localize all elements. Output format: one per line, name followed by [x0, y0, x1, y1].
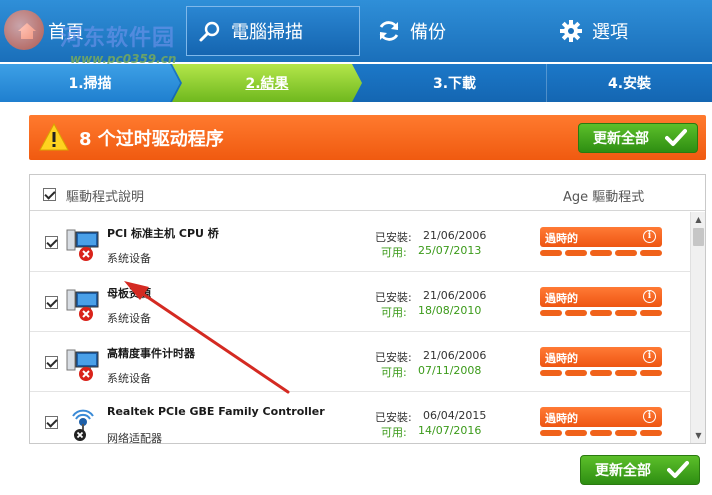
available-date: 07/11/2008: [418, 364, 482, 377]
computer-device-icon: [66, 229, 99, 261]
installed-date: 21/06/2006: [423, 289, 487, 302]
warning-icon: [39, 123, 69, 151]
network-adapter-icon: [72, 409, 94, 441]
age-meter: [540, 430, 662, 436]
scroll-down-icon[interactable]: ▼: [691, 428, 706, 443]
driver-name: 高精度事件计时器: [107, 347, 195, 360]
update-all-label: 更新全部: [593, 131, 649, 147]
status-text: 過時的: [545, 352, 578, 365]
home-icon: [14, 18, 40, 44]
step-install[interactable]: 4.安裝: [547, 64, 712, 102]
computer-device-icon: [66, 289, 99, 321]
magnifier-icon: [197, 18, 223, 44]
age-meter: [540, 310, 662, 316]
available-date: 18/08/2010: [418, 304, 482, 317]
status-text: 過時的: [545, 232, 578, 245]
step-scan-label: 1.掃描: [68, 76, 112, 92]
list-scrollbar[interactable]: ▲ ▼: [690, 212, 705, 443]
step-download-label: 3.下載: [432, 76, 477, 92]
status-text: 過時的: [545, 292, 578, 305]
available-label: 可用:: [381, 366, 407, 379]
driver-checkbox[interactable]: [45, 416, 58, 429]
step-bar: 1.掃描 3.下載 4.安裝 2.結果: [0, 64, 712, 102]
installed-label: 已安裝:: [375, 411, 412, 424]
driver-row[interactable]: Realtek PCIe GBE Family Controller 网络适配器…: [30, 392, 690, 445]
installed-date: 21/06/2006: [423, 349, 487, 362]
info-icon[interactable]: i: [643, 230, 656, 243]
available-date: 14/07/2016: [418, 424, 482, 437]
driver-category: 系统设备: [107, 372, 151, 385]
installed-date: 06/04/2015: [423, 409, 487, 422]
driver-checkbox[interactable]: [45, 356, 58, 369]
step-download[interactable]: 3.下載: [362, 64, 547, 102]
update-all-bottom-label: 更新全部: [595, 463, 651, 479]
top-navigation: 首頁 電腦掃描 備份 選項: [0, 0, 712, 62]
installed-label: 已安裝:: [375, 291, 412, 304]
tab-computer-scan[interactable]: 電腦掃描: [186, 6, 360, 56]
column-driver-description: 驅動程式說明: [66, 190, 145, 205]
driver-category: 网络适配器: [107, 432, 162, 445]
available-date: 25/07/2013: [418, 244, 482, 257]
step-results[interactable]: 2.結果: [172, 64, 362, 102]
tab-computer-scan-label: 電腦掃描: [231, 22, 303, 43]
gear-icon: [558, 18, 584, 44]
available-label: 可用:: [381, 426, 407, 439]
available-label: 可用:: [381, 246, 407, 259]
driver-row[interactable]: 母板资源 系统设备 已安裝: 21/06/2006 可用: 18/08/2010…: [30, 272, 690, 332]
tab-home[interactable]: 首頁: [14, 6, 179, 56]
update-all-bottom-button[interactable]: 更新全部: [580, 455, 700, 485]
tab-backup[interactable]: 備份: [370, 6, 540, 56]
installed-label: 已安裝:: [375, 351, 412, 364]
update-all-button[interactable]: 更新全部: [578, 123, 698, 153]
checkmark-icon: [667, 461, 689, 478]
status-badge: 過時的 i: [540, 227, 662, 247]
driver-name: PCI 标准主机 CPU 桥: [107, 227, 219, 240]
driver-category: 系统设备: [107, 252, 151, 265]
tab-backup-label: 備份: [410, 22, 446, 43]
driver-name: 母板资源: [107, 287, 151, 300]
status-badge: 過時的 i: [540, 407, 662, 427]
status-badge: 過時的 i: [540, 347, 662, 367]
column-driver-age: Age 驅動程式: [563, 190, 645, 205]
computer-device-icon: [66, 349, 99, 381]
age-meter: [540, 370, 662, 376]
checkmark-icon: [665, 129, 687, 146]
tab-options[interactable]: 選項: [552, 6, 712, 56]
info-icon[interactable]: i: [643, 290, 656, 303]
refresh-icon: [376, 18, 402, 44]
driver-name: Realtek PCIe GBE Family Controller: [107, 405, 325, 418]
scroll-up-icon[interactable]: ▲: [691, 212, 706, 227]
step-scan[interactable]: 1.掃描: [0, 64, 180, 102]
installed-label: 已安裝:: [375, 231, 412, 244]
driver-list-header: 驅動程式說明 Age 驅動程式: [30, 175, 705, 211]
step-results-label: 2.結果: [245, 76, 289, 92]
tab-home-label: 首頁: [48, 22, 84, 43]
available-label: 可用:: [381, 306, 407, 319]
age-meter: [540, 250, 662, 256]
outdated-drivers-title: 8 个过时驱动程序: [79, 129, 224, 150]
driver-category: 系统设备: [107, 312, 151, 325]
driver-checkbox[interactable]: [45, 236, 58, 249]
status-text: 過時的: [545, 412, 578, 425]
driver-row[interactable]: PCI 标准主机 CPU 桥 系统设备 已安裝: 21/06/2006 可用: …: [30, 212, 690, 272]
info-icon[interactable]: i: [643, 350, 656, 363]
installed-date: 21/06/2006: [423, 229, 487, 242]
outdated-drivers-banner: 8 个过时驱动程序 更新全部: [29, 115, 706, 160]
step-install-label: 4.安裝: [607, 76, 652, 92]
driver-checkbox[interactable]: [45, 296, 58, 309]
info-icon[interactable]: i: [643, 410, 656, 423]
driver-row[interactable]: 高精度事件计时器 系统设备 已安裝: 21/06/2006 可用: 07/11/…: [30, 332, 690, 392]
driver-list-panel: 驅動程式說明 Age 驅動程式 PCI 标准主机 CPU 桥 系统设备 已安裝:…: [29, 174, 706, 445]
scroll-thumb[interactable]: [693, 228, 704, 246]
tab-options-label: 選項: [592, 22, 628, 43]
select-all-checkbox[interactable]: [43, 188, 56, 201]
status-badge: 過時的 i: [540, 287, 662, 307]
